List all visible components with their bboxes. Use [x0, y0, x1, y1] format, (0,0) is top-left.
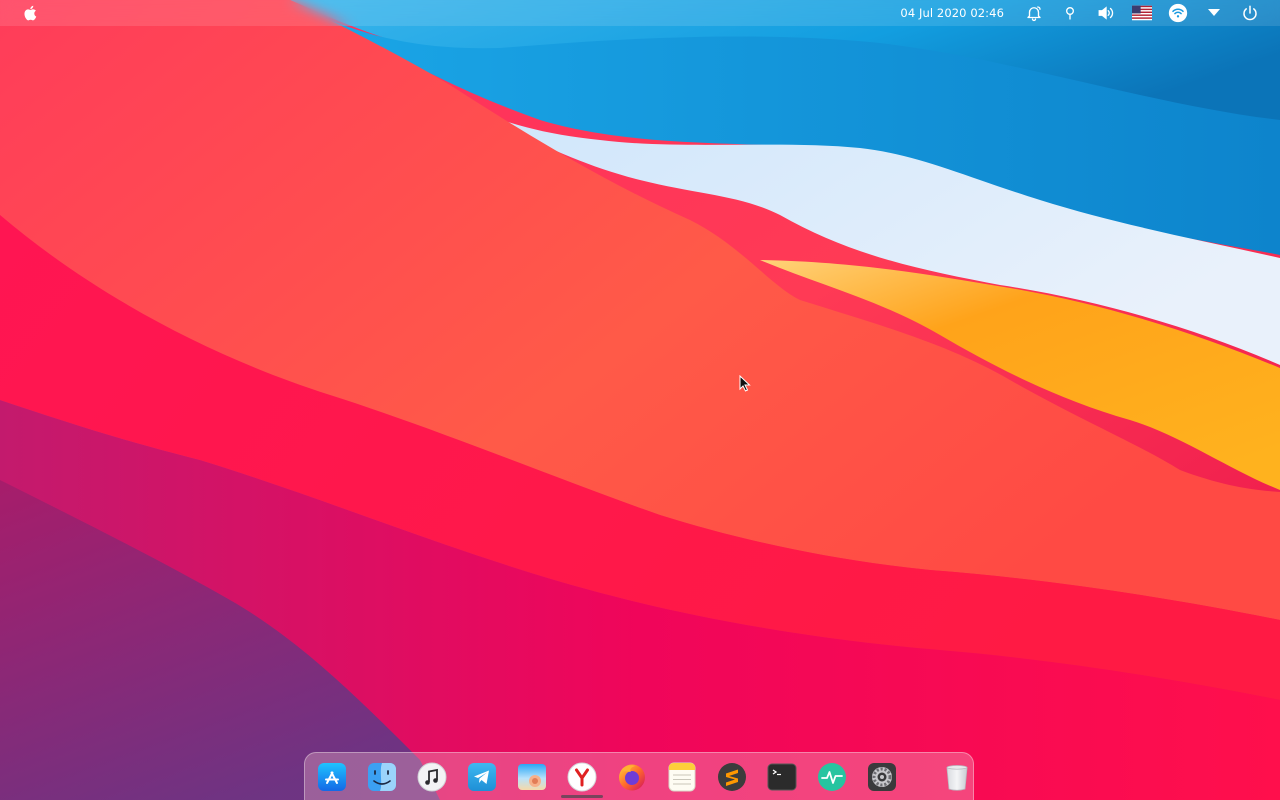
- apple-logo-icon[interactable]: [22, 4, 40, 22]
- wallpaper: [0, 0, 1280, 800]
- app-store-icon[interactable]: [317, 762, 347, 792]
- image-viewer-icon[interactable]: [517, 762, 547, 792]
- system-preferences-icon[interactable]: [867, 762, 897, 792]
- volume-icon[interactable]: [1096, 3, 1116, 23]
- lightbulb-icon[interactable]: [1060, 3, 1080, 23]
- notification-bell-icon[interactable]: [1024, 3, 1044, 23]
- system-tray: 04 Jul 2020 02:46: [900, 0, 1280, 26]
- music-icon[interactable]: [417, 762, 447, 792]
- trash-icon[interactable]: [942, 762, 972, 792]
- activity-monitor-icon[interactable]: [817, 762, 847, 792]
- telegram-icon[interactable]: [467, 762, 497, 792]
- notes-icon[interactable]: [667, 762, 697, 792]
- terminal-icon[interactable]: [767, 762, 797, 792]
- top-panel: 04 Jul 2020 02:46: [0, 0, 1280, 26]
- active-app-indicator: [561, 795, 603, 798]
- sublime-text-icon[interactable]: [717, 762, 747, 792]
- wifi-icon[interactable]: [1168, 3, 1188, 23]
- desktop[interactable]: 04 Jul 2020 02:46: [0, 0, 1280, 800]
- clock[interactable]: 04 Jul 2020 02:46: [900, 6, 1004, 20]
- mouse-pointer-icon: [739, 375, 751, 392]
- us-flag-keyboard-layout-icon[interactable]: [1132, 3, 1152, 23]
- dock: [304, 752, 974, 800]
- yandex-browser-icon[interactable]: [567, 762, 597, 792]
- finder-icon[interactable]: [367, 762, 397, 792]
- firefox-icon[interactable]: [617, 762, 647, 792]
- power-icon[interactable]: [1240, 3, 1260, 23]
- dropdown-arrow-icon[interactable]: [1204, 3, 1224, 23]
